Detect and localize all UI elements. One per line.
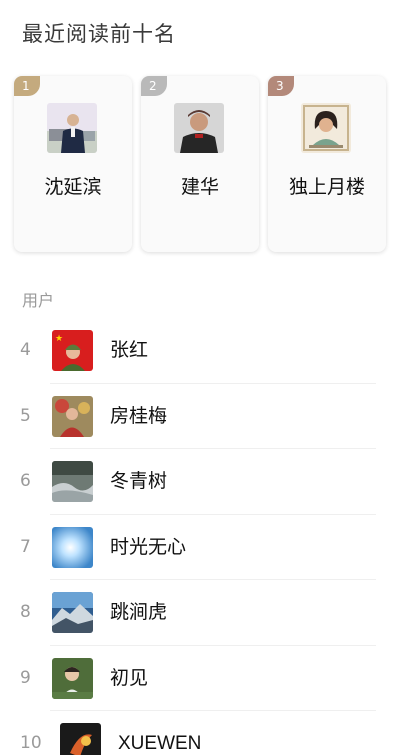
rank-badge: 2 bbox=[141, 76, 167, 96]
user-name: 张红 bbox=[110, 339, 149, 361]
avatar[interactable] bbox=[47, 103, 97, 153]
top-card-1[interactable]: 1 沈延滨 bbox=[14, 76, 132, 252]
section-label: 用户 bbox=[22, 291, 55, 310]
card-name: 建华 bbox=[180, 176, 219, 198]
avatar[interactable] bbox=[174, 103, 224, 153]
user-name: 房桂梅 bbox=[110, 404, 168, 427]
avatar[interactable] bbox=[301, 103, 351, 153]
user-name: 冬青树 bbox=[110, 470, 168, 492]
avatar[interactable]: ★ bbox=[52, 330, 93, 371]
top-card-3[interactable]: 3 独上月楼 bbox=[268, 76, 386, 252]
rank-number: 8 bbox=[20, 602, 31, 622]
user-name: 初见 bbox=[110, 666, 149, 689]
rank-number: 5 bbox=[20, 405, 31, 426]
avatar[interactable] bbox=[52, 461, 93, 502]
list-item[interactable]: 8 跳涧虎 bbox=[0, 580, 400, 646]
list-item[interactable]: 7 时光无心 bbox=[0, 515, 400, 580]
rank-number: 7 bbox=[20, 536, 31, 557]
top-three-leaderboard: 1 沈延滨 2 建华 3 独上月楼 bbox=[14, 76, 386, 252]
rank-badge: 1 bbox=[14, 76, 40, 96]
rank-number: 6 bbox=[20, 471, 31, 491]
svg-text:★: ★ bbox=[55, 334, 63, 344]
user-name: 时光无心 bbox=[110, 535, 187, 558]
list-item[interactable]: 5 房桂梅 bbox=[0, 384, 400, 449]
rank-number: 10 bbox=[20, 733, 42, 753]
top-card-2[interactable]: 2 建华 bbox=[141, 76, 259, 252]
avatar[interactable] bbox=[52, 526, 93, 568]
user-name: XUEWEN bbox=[118, 733, 202, 754]
list-item[interactable]: 10 XUEWEN bbox=[0, 711, 400, 755]
avatar[interactable] bbox=[52, 395, 93, 437]
rank-number: 9 bbox=[20, 667, 31, 688]
page-title: 最近阅读前十名 bbox=[22, 22, 176, 46]
avatar[interactable] bbox=[52, 592, 93, 633]
card-name: 独上月楼 bbox=[288, 176, 365, 198]
avatar[interactable] bbox=[52, 657, 93, 699]
user-list: 4 ★ 张红 5 房桂梅 6 冬青树 7 时光无心 8 跳涧虎 9 初见 10 … bbox=[0, 318, 400, 755]
avatar[interactable] bbox=[60, 723, 101, 755]
list-item[interactable]: 9 初见 bbox=[0, 646, 400, 711]
list-item[interactable]: 6 冬青树 bbox=[0, 449, 400, 515]
rank-number: 4 bbox=[20, 340, 31, 360]
card-name: 沈延滨 bbox=[44, 176, 102, 198]
list-item[interactable]: 4 ★ 张红 bbox=[0, 318, 400, 384]
user-name: 跳涧虎 bbox=[110, 601, 168, 623]
rank-badge: 3 bbox=[268, 76, 294, 96]
